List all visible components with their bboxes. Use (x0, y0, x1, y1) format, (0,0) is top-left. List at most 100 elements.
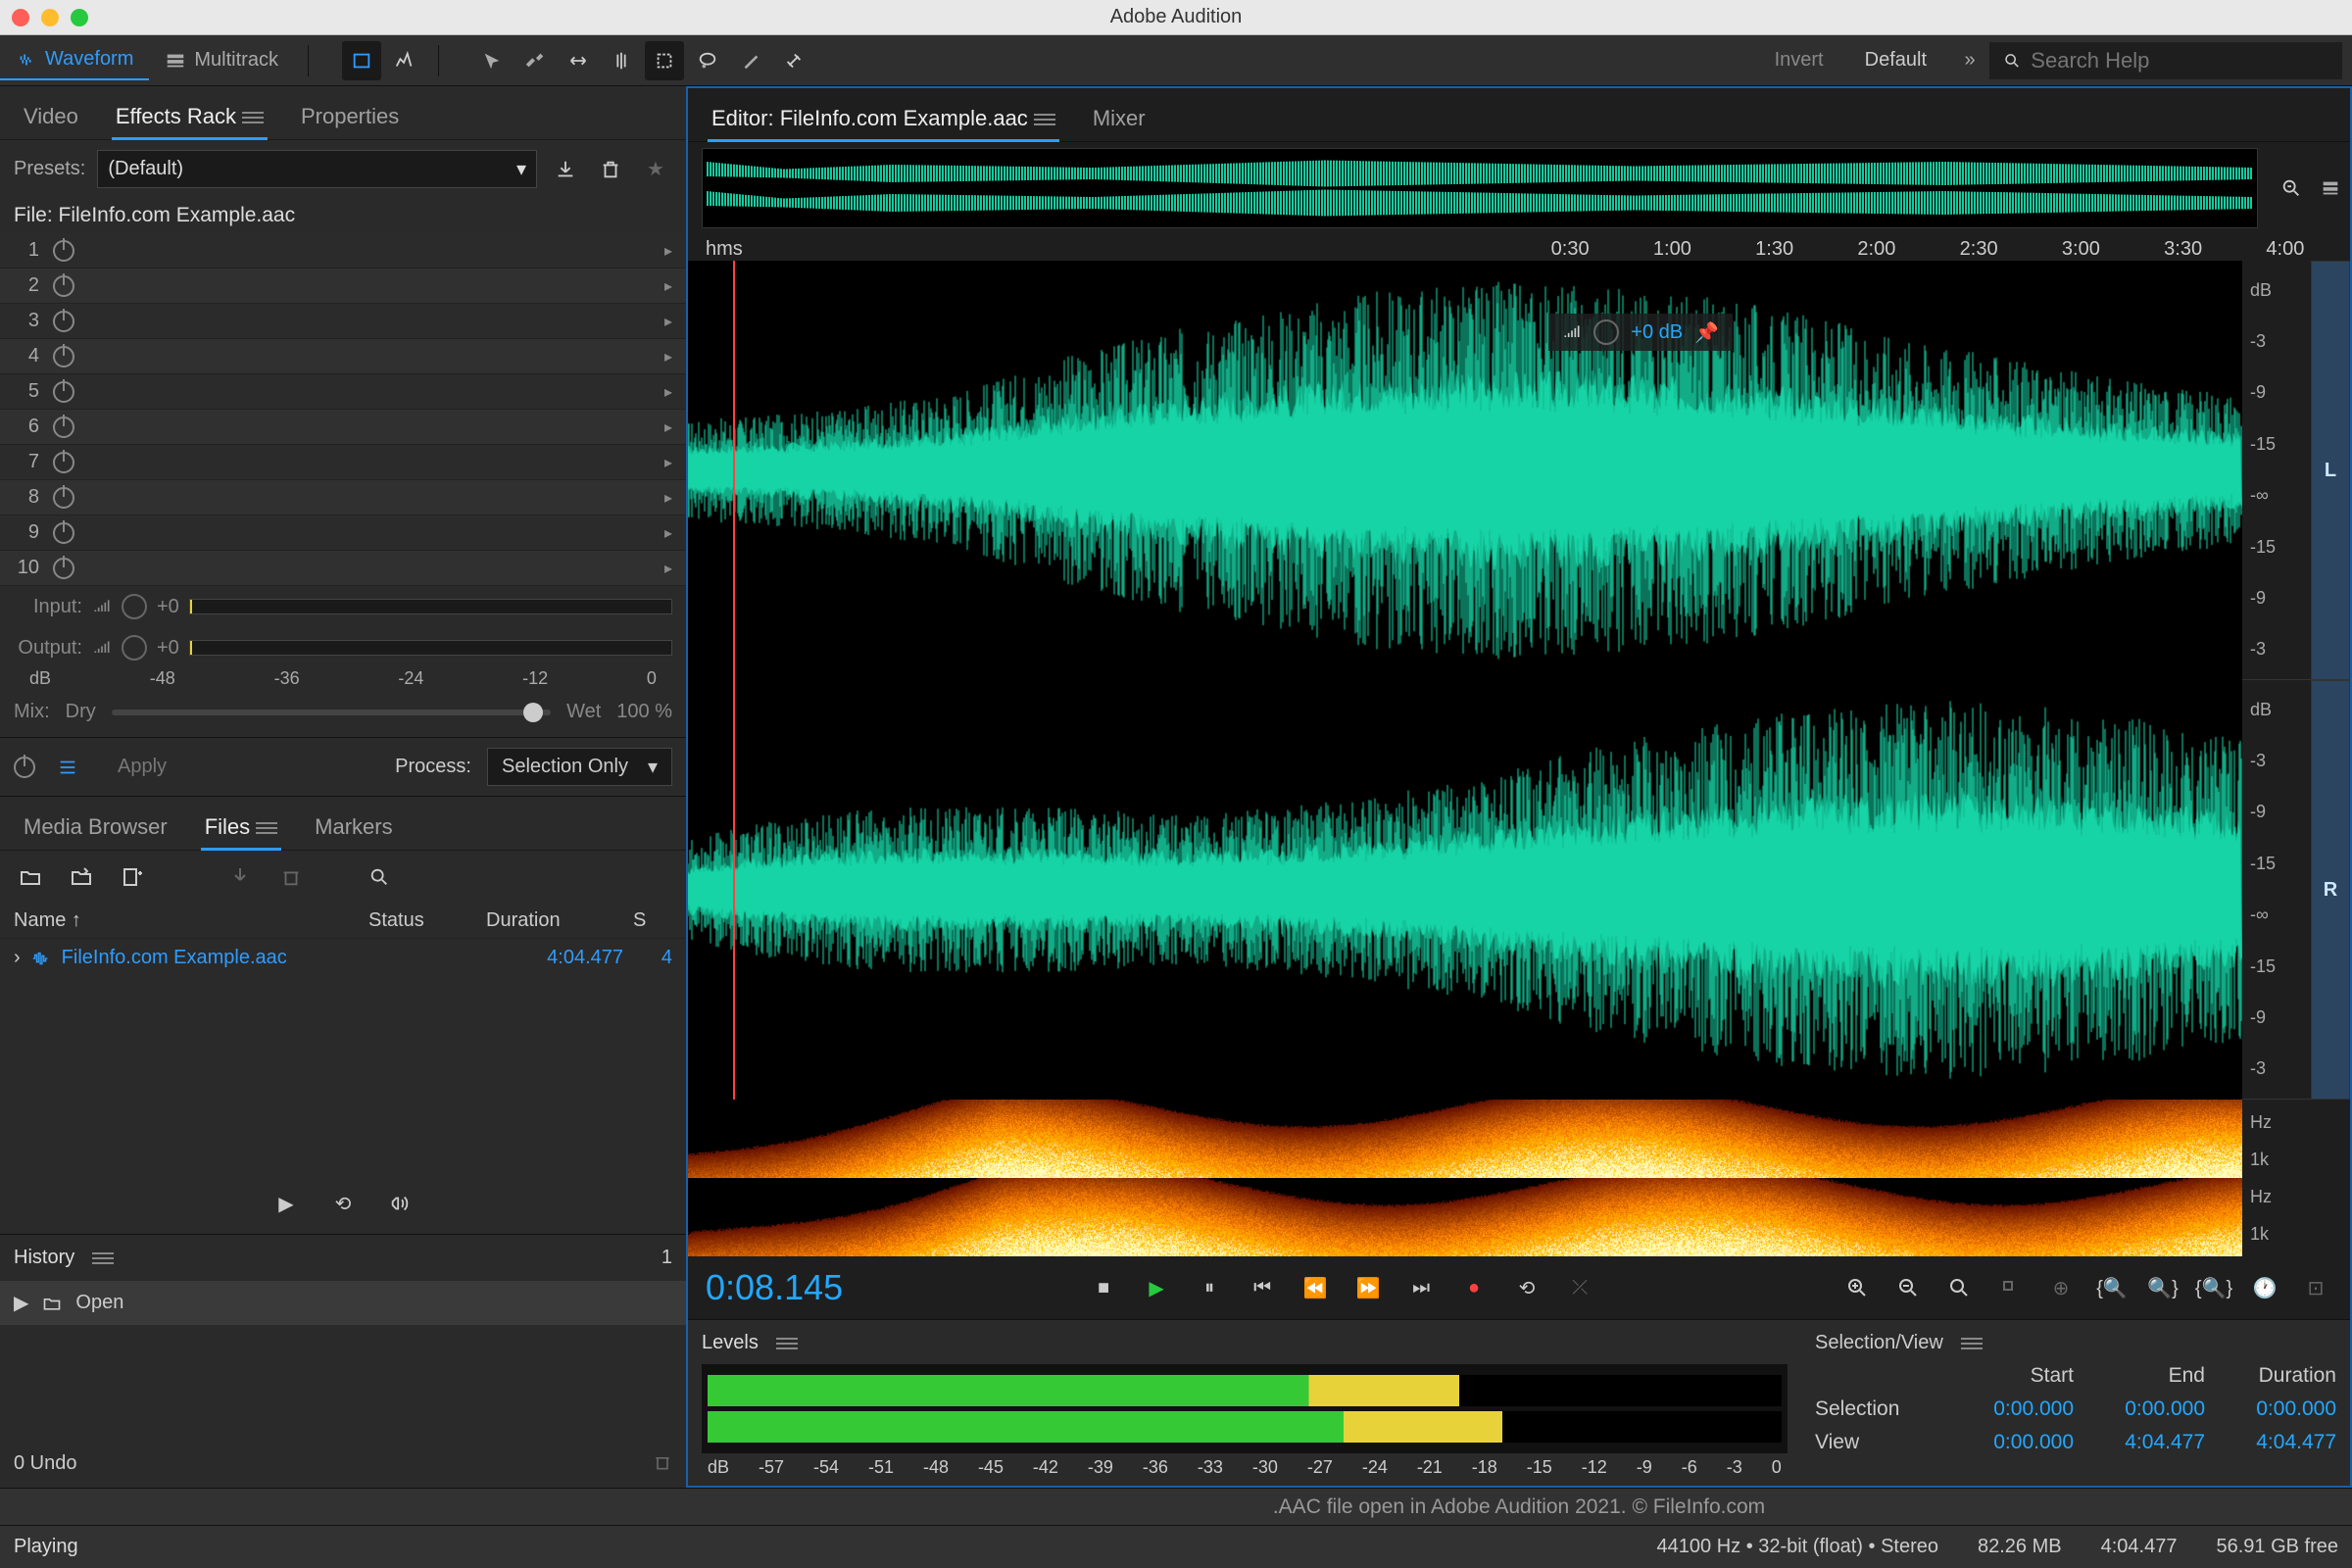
fx-slot-8[interactable]: 8▸ (0, 480, 686, 515)
fx-slot-7[interactable]: 7▸ (0, 445, 686, 480)
sv-view-dur[interactable]: 4:04.477 (2225, 1431, 2336, 1454)
col-duration[interactable]: Duration (486, 909, 633, 932)
fx-slot-power[interactable] (53, 275, 74, 297)
overview-waveform[interactable] (702, 148, 2258, 228)
fx-power-toggle[interactable] (14, 757, 35, 778)
favorite-icon[interactable]: ★ (639, 153, 672, 186)
fx-slot-5[interactable]: 5▸ (0, 374, 686, 410)
razor-tool[interactable] (515, 41, 555, 80)
waveform-display[interactable]: +0 dB 📌 (688, 261, 2242, 1100)
fx-slot-9[interactable]: 9▸ (0, 515, 686, 551)
fx-slot-1[interactable]: 1▸ (0, 233, 686, 269)
import-icon[interactable] (65, 860, 98, 894)
fx-slot-power[interactable] (53, 240, 74, 262)
time-ruler[interactable]: hms 0:301:001:302:002:303:003:304:00 (688, 234, 2350, 261)
zoom-in-left-icon[interactable]: {🔍 (2095, 1271, 2129, 1304)
zoom-time-icon[interactable]: 🕐 (2248, 1271, 2281, 1304)
zoom-reset-icon[interactable]: ⊡ (2299, 1271, 2332, 1304)
chevron-right-icon[interactable]: ▸ (664, 453, 672, 472)
search-help-input[interactable] (2031, 48, 2328, 74)
sv-selection-end[interactable]: 0:00.000 (2093, 1397, 2205, 1421)
channel-l[interactable]: L (2311, 261, 2350, 680)
tab-editor[interactable]: Editor: FileInfo.com Example.aac (708, 96, 1059, 141)
tab-mixer[interactable]: Mixer (1089, 96, 1150, 141)
mix-slider[interactable] (112, 710, 551, 715)
preview-play-icon[interactable]: ▶ (270, 1187, 303, 1220)
workspace-more[interactable]: » (1950, 41, 1989, 80)
skip-selection-button[interactable]: ⤫ (1563, 1271, 1596, 1304)
delete-preset-icon[interactable] (594, 153, 627, 186)
fx-slot-power[interactable] (53, 311, 74, 332)
marquee-tool[interactable] (645, 41, 684, 80)
multitrack-mode[interactable]: Multitrack (149, 41, 294, 79)
search-files-icon[interactable] (363, 860, 396, 894)
fx-slot-6[interactable]: 6▸ (0, 410, 686, 445)
panel-menu-icon[interactable] (1961, 1335, 1983, 1352)
chevron-right-icon[interactable]: ▸ (664, 559, 672, 578)
remove-icon[interactable] (274, 860, 308, 894)
chevron-right-icon[interactable]: ▸ (664, 488, 672, 508)
waveform-mode[interactable]: Waveform (0, 40, 149, 80)
pause-button[interactable]: ⏸ (1193, 1271, 1226, 1304)
save-preset-icon[interactable] (549, 153, 582, 186)
time-selection-tool[interactable] (602, 41, 641, 80)
input-gain-dial[interactable] (122, 594, 147, 619)
fx-slot-power[interactable] (53, 487, 74, 509)
tab-media-browser[interactable]: Media Browser (20, 805, 172, 850)
tab-effects-rack[interactable]: Effects Rack (112, 94, 268, 139)
move-tool[interactable] (472, 41, 512, 80)
process-dropdown[interactable]: Selection Only▾ (487, 748, 672, 786)
spectral-pitch-display-toggle[interactable] (342, 41, 381, 80)
chevron-right-icon[interactable]: ▸ (664, 241, 672, 261)
fx-slot-power[interactable] (53, 452, 74, 473)
maximize-window[interactable] (71, 9, 88, 26)
fx-slot-power[interactable] (53, 416, 74, 438)
col-s[interactable]: S (633, 909, 672, 932)
search-help[interactable] (1989, 42, 2342, 79)
preview-autoplay-icon[interactable] (383, 1187, 416, 1220)
fx-slot-power[interactable] (53, 522, 74, 544)
fx-slot-10[interactable]: 10▸ (0, 551, 686, 586)
sv-selection-dur[interactable]: 0:00.000 (2225, 1397, 2336, 1421)
sv-selection-start[interactable]: 0:00.000 (1962, 1397, 2074, 1421)
fx-slot-2[interactable]: 2▸ (0, 269, 686, 304)
fx-slot-power[interactable] (53, 558, 74, 579)
col-name[interactable]: Name ↑ (14, 909, 368, 932)
output-gain-dial[interactable] (122, 635, 147, 661)
play-button[interactable]: ▶ (1140, 1271, 1173, 1304)
zoom-in-point-icon[interactable]: ⊕ (2044, 1271, 2078, 1304)
chevron-right-icon[interactable]: ▸ (664, 347, 672, 367)
lasso-tool[interactable] (688, 41, 727, 80)
panel-menu-icon[interactable] (92, 1250, 114, 1267)
fx-slot-power[interactable] (53, 346, 74, 368)
zoom-out-icon[interactable] (1891, 1271, 1925, 1304)
zoom-full-icon[interactable] (1942, 1271, 1976, 1304)
tab-video[interactable]: Video (20, 94, 82, 139)
brush-tool[interactable] (731, 41, 770, 80)
fastforward-button[interactable]: ⏩ (1351, 1271, 1385, 1304)
rewind-button[interactable]: ⏪ (1298, 1271, 1332, 1304)
panel-menu-icon[interactable] (1034, 111, 1055, 128)
zoom-selection-icon[interactable] (1993, 1271, 2027, 1304)
fx-slot-3[interactable]: 3▸ (0, 304, 686, 339)
col-status[interactable]: Status (368, 909, 486, 932)
tab-markers[interactable]: Markers (311, 805, 396, 850)
zoom-in-icon[interactable] (1840, 1271, 1874, 1304)
chevron-right-icon[interactable]: ▸ (664, 417, 672, 437)
chevron-right-icon[interactable]: ▸ (664, 312, 672, 331)
fx-slot-4[interactable]: 4▸ (0, 339, 686, 374)
record-button[interactable]: ● (1457, 1271, 1491, 1304)
tab-files[interactable]: Files (201, 805, 281, 850)
panel-menu-icon[interactable] (256, 819, 277, 837)
fx-slot-power[interactable] (53, 381, 74, 403)
invert-button[interactable]: Invert (1757, 43, 1841, 77)
tab-properties[interactable]: Properties (297, 94, 403, 139)
spectral-frequency-toggle[interactable] (385, 41, 424, 80)
open-file-icon[interactable] (14, 860, 47, 894)
presets-dropdown[interactable]: (Default)▾ (97, 150, 537, 188)
panel-menu-icon[interactable] (776, 1335, 798, 1352)
minimize-window[interactable] (41, 9, 59, 26)
pin-icon[interactable]: 📌 (1694, 320, 1719, 345)
editor-layout-icon[interactable] (2311, 169, 2350, 208)
skip-end-button[interactable]: ⏭ (1404, 1271, 1438, 1304)
